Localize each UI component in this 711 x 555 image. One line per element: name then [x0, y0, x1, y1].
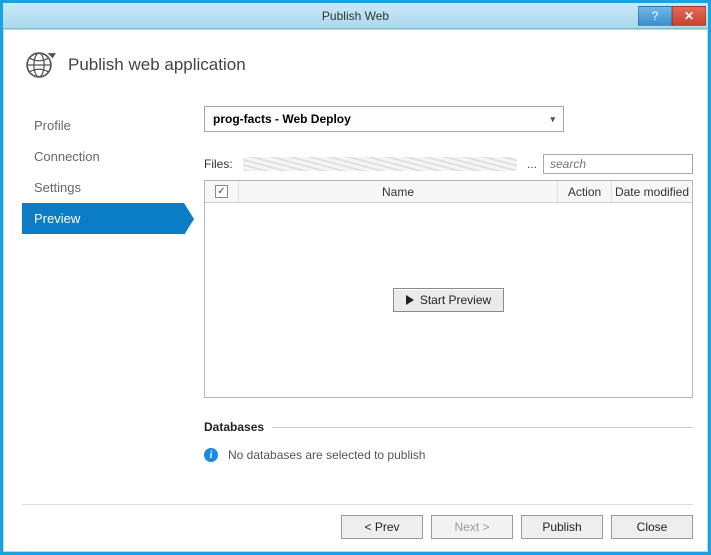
search-input[interactable] [543, 154, 693, 174]
globe-publish-icon [22, 48, 56, 82]
next-button: Next > [431, 515, 513, 539]
prev-button[interactable]: < Prev [341, 515, 423, 539]
files-label: Files: [204, 157, 233, 171]
select-all-checkbox[interactable]: ✓ [215, 185, 228, 198]
table-header: ✓ Name Action Date modified [205, 181, 692, 203]
play-icon [406, 295, 414, 305]
files-path-ellipsis: ... [527, 157, 537, 171]
dialog-footer: < Prev Next > Publish Close [22, 504, 693, 539]
header: Publish web application [22, 48, 693, 82]
window-title: Publish Web [3, 9, 708, 23]
divider [272, 427, 693, 428]
databases-section: Databases i No databases are selected to… [204, 420, 693, 462]
publish-button[interactable]: Publish [521, 515, 603, 539]
start-preview-label: Start Preview [420, 293, 491, 307]
help-button[interactable]: ? [638, 6, 672, 26]
page-title: Publish web application [68, 55, 246, 75]
info-icon: i [204, 448, 218, 462]
dialog-content: Publish web application Profile Connecti… [3, 29, 708, 552]
close-window-button[interactable]: ✕ [672, 6, 706, 26]
chevron-down-icon: ▾ [550, 114, 555, 125]
column-select-all[interactable]: ✓ [205, 181, 239, 202]
files-table: ✓ Name Action Date modified Start Previe… [204, 180, 693, 398]
databases-heading: Databases [204, 420, 264, 434]
column-date-modified[interactable]: Date modified [612, 181, 692, 202]
files-path-redacted [243, 157, 517, 171]
close-button[interactable]: Close [611, 515, 693, 539]
main-panel: prog-facts - Web Deploy ▾ Files: ... ✓ N… [184, 106, 693, 494]
wizard-sidebar: Profile Connection Settings Preview [22, 106, 184, 494]
sidebar-item-settings[interactable]: Settings [22, 172, 184, 203]
dialog-window: Publish Web ? ✕ Publish web application … [3, 3, 708, 552]
column-action[interactable]: Action [558, 181, 612, 202]
profile-dropdown-value: prog-facts - Web Deploy [213, 112, 351, 126]
sidebar-item-preview[interactable]: Preview [22, 203, 184, 234]
databases-message: No databases are selected to publish [228, 448, 425, 462]
titlebar[interactable]: Publish Web ? ✕ [3, 3, 708, 29]
sidebar-item-profile[interactable]: Profile [22, 110, 184, 141]
sidebar-item-connection[interactable]: Connection [22, 141, 184, 172]
column-name[interactable]: Name [239, 181, 558, 202]
table-body: Start Preview [205, 203, 692, 397]
profile-dropdown[interactable]: prog-facts - Web Deploy ▾ [204, 106, 564, 132]
start-preview-button[interactable]: Start Preview [393, 288, 504, 312]
